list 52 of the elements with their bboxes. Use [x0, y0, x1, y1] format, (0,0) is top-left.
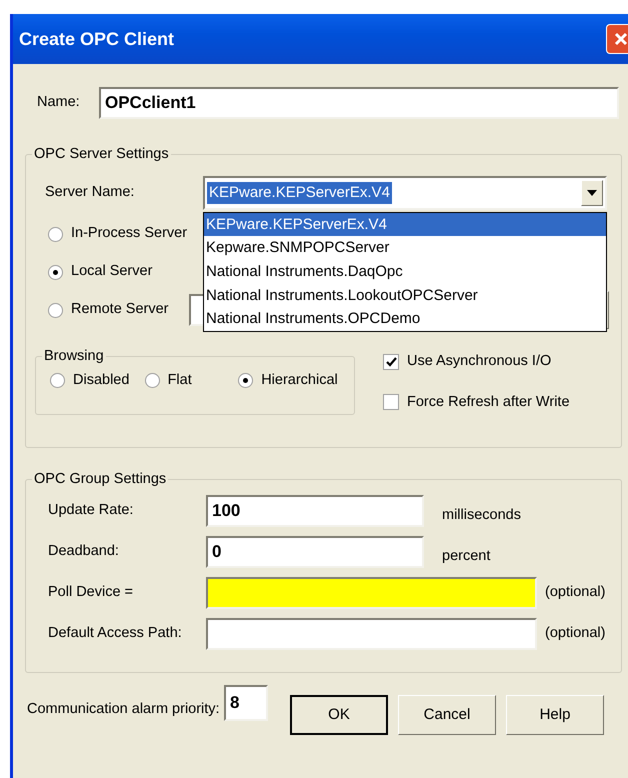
check-icon	[386, 356, 396, 367]
checkbox-label[interactable]: Force Refresh after Write	[407, 392, 570, 414]
radio-label[interactable]: In-Process Server	[71, 223, 188, 246]
field-label: Deadband:	[47, 542, 120, 561]
dialog-button[interactable]: OK	[290, 695, 388, 735]
close-button[interactable]	[606, 24, 628, 54]
group-title: OPC Group Settings	[33, 470, 168, 489]
radio-label[interactable]: Local Server	[71, 261, 152, 284]
dropdown-option[interactable]: National Instruments.OPCDemo	[204, 307, 606, 331]
dialog-button[interactable]: Cancel	[398, 695, 496, 735]
checkbox[interactable]	[383, 394, 399, 410]
server-name-dropdown[interactable]: KEPware.KEPServerEx.V4	[203, 176, 607, 210]
radio-button[interactable]	[50, 373, 65, 388]
checkbox[interactable]	[383, 354, 399, 370]
window-title: Create OPC Client	[19, 28, 174, 50]
dropdown-option[interactable]: Kepware.SNMPOPCServer	[204, 236, 606, 260]
radio-button[interactable]	[144, 373, 160, 388]
unit-label: (optional)	[545, 624, 606, 643]
input-field[interactable]	[206, 576, 537, 609]
unit-label: percent	[442, 546, 490, 566]
input-field[interactable]	[206, 618, 537, 650]
unit-label: milliseconds	[442, 506, 521, 525]
radio-button[interactable]	[238, 373, 254, 388]
server-name-label: Server Name:	[44, 182, 136, 202]
radio-label[interactable]: Hierarchical	[261, 370, 338, 392]
radio-button[interactable]	[48, 226, 63, 242]
dropdown-option[interactable]: National Instruments.LookoutOPCServer	[204, 284, 606, 308]
radio-button[interactable]	[48, 264, 63, 280]
radio-button[interactable]	[48, 302, 63, 318]
dropdown-option[interactable]: KEPware.KEPServerEx.V4	[204, 212, 606, 236]
input-field[interactable]: 0	[206, 536, 424, 568]
radio-label[interactable]: Remote Server	[71, 299, 169, 322]
close-icon	[614, 32, 628, 46]
dropdown-option[interactable]: National Instruments.DaqOpc	[204, 260, 606, 284]
priority-field[interactable]: 8	[224, 685, 268, 721]
field-label: Default Access Path:	[47, 624, 183, 643]
checkbox-label[interactable]: Use Asynchronous I/O	[407, 350, 552, 373]
group-title: Browsing	[43, 346, 105, 366]
selected-text: KEPware.KEPServerEx.V4	[207, 182, 392, 204]
unit-label: (optional)	[545, 582, 606, 602]
dialog-button[interactable]: Help	[506, 695, 604, 735]
dropdown-arrow-button[interactable]	[581, 180, 603, 206]
radio-label[interactable]: Flat	[168, 370, 192, 392]
field-label: Poll Device =	[47, 582, 134, 602]
group-title: OPC Server Settings	[33, 145, 170, 164]
caret-icon	[587, 190, 597, 196]
radio-label[interactable]: Disabled	[73, 370, 130, 392]
name-field[interactable]: OPCclient1	[99, 87, 619, 119]
input-field[interactable]: 100	[206, 494, 424, 527]
field-label: Update Rate:	[47, 500, 134, 520]
name-label: Name:	[36, 93, 81, 112]
alarm-priority-label: Communication alarm priority:	[26, 700, 221, 720]
